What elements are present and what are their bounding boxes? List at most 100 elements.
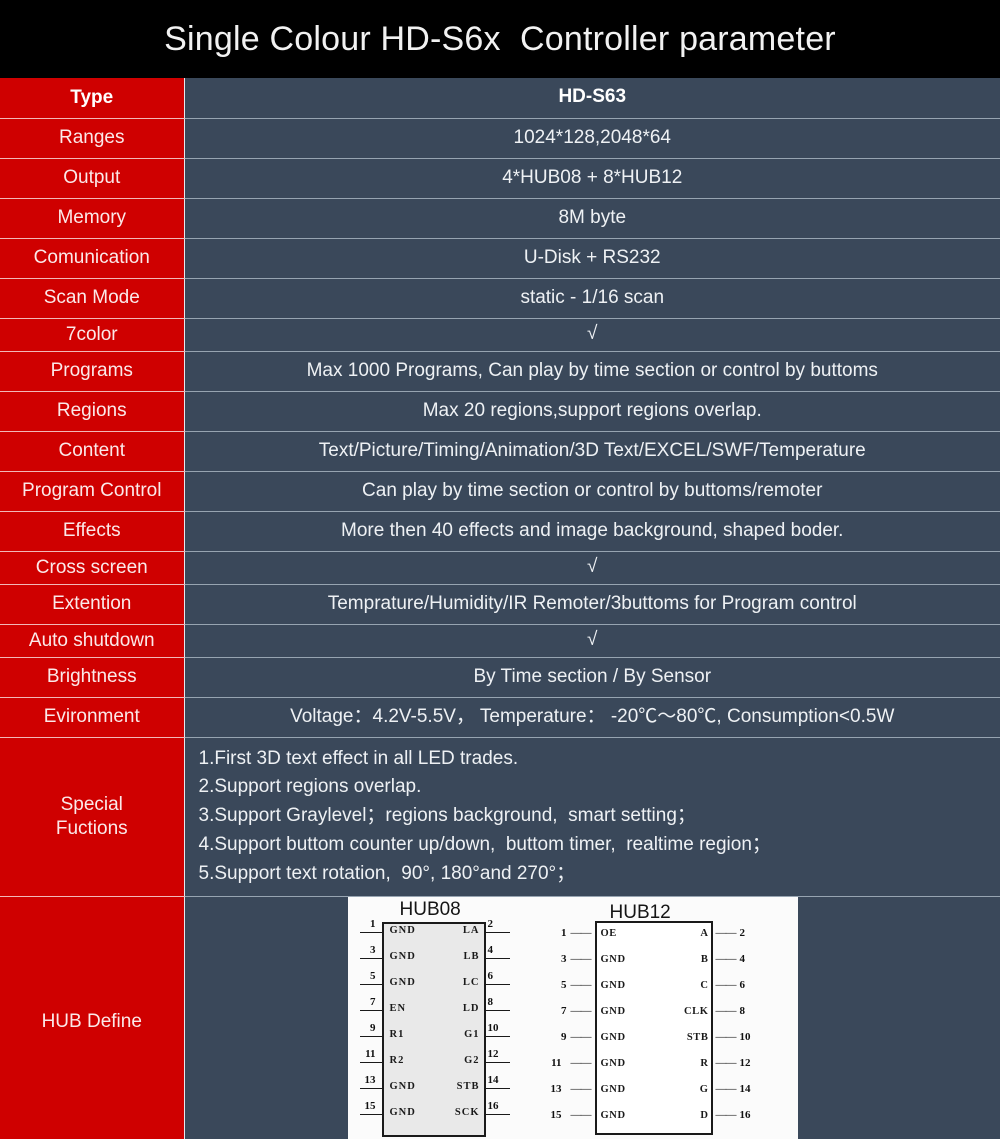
row-label-scan-mode: Scan Mode — [0, 278, 185, 319]
row-label-content: Content — [0, 431, 185, 472]
hub08-right-name: SCK — [454, 1106, 480, 1118]
table-row: Ranges 1024*128,2048*64 — [0, 118, 1000, 159]
table-row: Effects More then 40 effects and image b… — [0, 511, 1000, 552]
table-row: Comunication U-Disk + RS232 — [0, 238, 1000, 279]
column-header-model: HD-S63 — [184, 78, 1000, 119]
hub12-right-name: D — [700, 1109, 709, 1121]
hub12-left-dash: —— — [570, 1082, 592, 1095]
hub08-left-line — [359, 1035, 384, 1037]
table-row: Program Control Can play by time section… — [0, 471, 1000, 512]
row-value-scan-mode: static - 1/16 scan — [184, 278, 1000, 319]
hub12-left-name: GND — [600, 1031, 626, 1043]
hub-pinout-image: HUB08 1 GND LA 2 3 GND LB 4 5 GND LC 6 7… — [347, 896, 798, 1139]
row-value-comunication: U-Disk + RS232 — [184, 238, 1000, 279]
hub08-left-num: 13 — [364, 1073, 376, 1086]
row-value-hub-define: HUB08 1 GND LA 2 3 GND LB 4 5 GND LC 6 7… — [184, 896, 1000, 1139]
row-label-auto-shutdown: Auto shutdown — [0, 624, 185, 658]
hub08-title: HUB08 — [399, 898, 461, 920]
hub08-right-num: 2 — [487, 917, 494, 930]
hub08-right-num: 10 — [487, 1021, 499, 1034]
hub12-left-num: 7 — [561, 1004, 567, 1017]
hub12-left-num: 5 — [561, 978, 567, 991]
table-row: Output 4*HUB08 + 8*HUB12 — [0, 158, 1000, 199]
hub12-right-num: 8 — [739, 1004, 746, 1017]
table-row: Memory 8M byte — [0, 198, 1000, 239]
row-value-cross-screen: √ — [184, 551, 1000, 585]
hub12-right-name: C — [700, 979, 709, 991]
hub08-right-name: G2 — [464, 1054, 480, 1066]
table-row: Programs Max 1000 Programs, Can play by … — [0, 351, 1000, 392]
row-label-ranges: Ranges — [0, 118, 185, 159]
row-value-auto-shutdown: √ — [184, 624, 1000, 658]
row-value-output: 4*HUB08 + 8*HUB12 — [184, 158, 1000, 199]
row-value-7color: √ — [184, 318, 1000, 352]
hub12-left-num: 13 — [550, 1082, 562, 1095]
table-row: 7color √ — [0, 318, 1000, 352]
hub12-left-name: GND — [600, 979, 626, 991]
spec-table-body: Type HD-S63 Ranges 1024*128,2048*64 Outp… — [0, 78, 1000, 1139]
hub08-right-name: LC — [462, 976, 480, 988]
table-row: Brightness By Time section / By Sensor — [0, 657, 1000, 698]
hub12-left-name: GND — [600, 1083, 626, 1095]
page-title: Single Colour HD-S6x Controller paramete… — [164, 19, 836, 58]
hub12-left-dash: —— — [570, 1030, 592, 1043]
hub08-right-line — [485, 1113, 510, 1115]
row-label-program-control: Program Control — [0, 471, 185, 512]
hub12-right-name: R — [700, 1057, 709, 1069]
row-label-comunication: Comunication — [0, 238, 185, 279]
hub12-right-num: 16 — [739, 1108, 751, 1121]
special-label-line1: Special — [60, 793, 123, 815]
hub12-right-num: 10 — [739, 1030, 751, 1043]
hub12-left-dash: —— — [570, 978, 592, 991]
row-label-output: Output — [0, 158, 185, 199]
row-value-effects: More then 40 effects and image backgroun… — [184, 511, 1000, 552]
hub-diagram-wrap: HUB08 1 GND LA 2 3 GND LB 4 5 GND LC 6 7… — [185, 896, 1000, 1139]
hub08-left-num: 5 — [370, 969, 376, 982]
hub12-left-dash: —— — [570, 1056, 592, 1069]
row-label-special-functions: Special Fuctions — [0, 737, 185, 897]
table-row: Cross screen √ — [0, 551, 1000, 585]
special-functions-list: 1.First 3D text effect in all LED trades… — [191, 738, 995, 896]
hub12-right-name: B — [700, 953, 709, 965]
hub12-right-dash: —— — [715, 1082, 737, 1095]
hub08-left-line — [359, 931, 384, 933]
list-item: 1.First 3D text effect in all LED trades… — [198, 747, 519, 769]
hub08-left-name: GND — [389, 1080, 416, 1092]
hub08-left-line — [359, 1009, 384, 1011]
row-label-effects: Effects — [0, 511, 185, 552]
hub08-left-name: GND — [389, 924, 416, 936]
hub12-left-dash: —— — [570, 952, 592, 965]
row-value-extention: Temprature/Humidity/IR Remoter/3buttoms … — [184, 584, 1000, 625]
hub12-right-dash: —— — [715, 1004, 737, 1017]
hub08-right-num: 14 — [487, 1073, 499, 1086]
list-item: 4.Support buttom counter up/down, buttom… — [198, 834, 771, 856]
hub08-right-line — [485, 957, 510, 959]
table-row-hub-define: HUB Define HUB08 1 GND LA 2 3 GND LB 4 5… — [0, 896, 1000, 1139]
hub08-right-line — [485, 1061, 510, 1063]
hub12-left-name: GND — [600, 1057, 626, 1069]
hub08-right-name: LA — [462, 924, 480, 936]
hub08-left-num: 11 — [365, 1047, 376, 1060]
row-value-content: Text/Picture/Timing/Animation/3D Text/EX… — [184, 431, 1000, 472]
hub08-right-line — [485, 983, 510, 985]
hub12-right-num: 4 — [739, 952, 746, 965]
hub08-right-line — [485, 1035, 510, 1037]
row-label-7color: 7color — [0, 318, 185, 352]
hub12-left-name: GND — [600, 1109, 626, 1121]
hub12-right-dash: —— — [715, 926, 737, 939]
hub08-right-line — [485, 1087, 510, 1089]
hub12-right-dash: —— — [715, 1108, 737, 1121]
table-row: Evironment Voltage：4.2V-5.5V， Temperatur… — [0, 697, 1000, 738]
table-row: Extention Temprature/Humidity/IR Remoter… — [0, 584, 1000, 625]
hub12-right-name: STB — [686, 1031, 709, 1043]
hub12-right-num: 12 — [739, 1056, 751, 1069]
hub12-right-name: G — [699, 1083, 709, 1095]
title-banner: Single Colour HD-S6x Controller paramete… — [0, 0, 1000, 78]
hub12-left-num: 15 — [550, 1108, 562, 1121]
hub12-left-name: GND — [600, 1005, 626, 1017]
list-item: 2.Support regions overlap. — [198, 776, 422, 798]
row-label-regions: Regions — [0, 391, 185, 432]
row-value-memory: 8M byte — [184, 198, 1000, 239]
row-value-program-control: Can play by time section or control by b… — [184, 471, 1000, 512]
hub12-right-dash: —— — [715, 952, 737, 965]
